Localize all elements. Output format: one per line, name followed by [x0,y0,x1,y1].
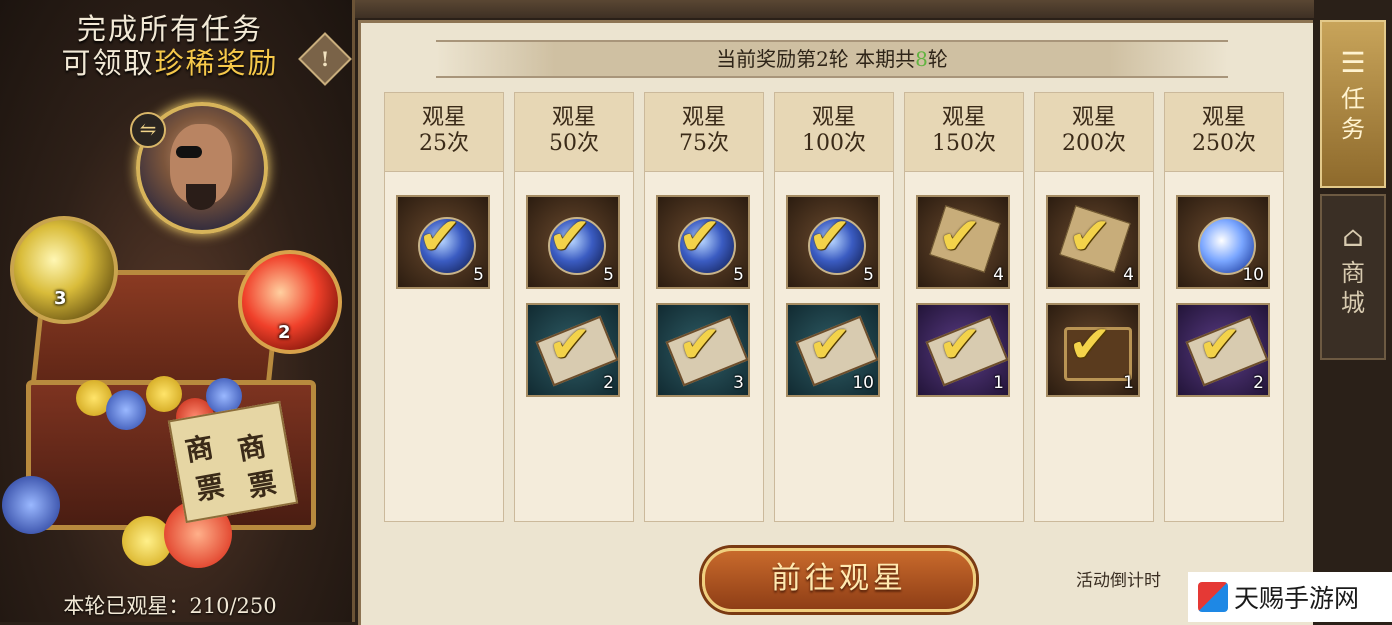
claimed-check-icon: ✔ [548,315,592,375]
threshold-count: 75次 [679,131,729,156]
orb-gold-count: 3 [54,288,67,309]
threshold-title: 观星 [811,105,856,130]
threshold-title: 观星 [681,105,726,130]
reward-title-prefix: 可领取 [61,46,155,80]
item-quantity: 5 [473,265,484,285]
swap-icon[interactable]: ⇋ [130,112,166,148]
reward-title-line2: 可领取珍稀奖励 [0,40,340,82]
event-countdown: 活动倒计时 [1076,571,1161,591]
stargazing-progress: 本轮已观星：210/250 [63,594,277,618]
reward-item-chest[interactable]: ✔ 1 [1046,303,1140,397]
claimed-check-icon: ✔ [548,207,592,267]
item-quantity: 10 [1242,265,1264,285]
orb-red-count: 2 [278,322,291,343]
reward-item-scroll[interactable]: ✔ 3 [656,303,750,397]
item-quantity: 5 [603,265,614,285]
reward-item-scroll[interactable]: ✔ 1 [916,303,1010,397]
threshold-count: 50次 [549,131,599,156]
item-quantity: 1 [1123,373,1134,393]
claimed-check-icon: ✔ [1198,315,1242,375]
go-stargazing-button[interactable]: 前往观星 [702,548,976,612]
threshold-title: 观星 [421,105,466,130]
item-quantity: 1 [993,373,1004,393]
site-watermark: 天赐手游网 [1188,572,1392,622]
reward-threshold: 观星 150次 [905,93,1023,172]
reward-threshold: 观星 200次 [1035,93,1153,172]
item-quantity: 4 [993,265,1004,285]
rare-reward-label: 珍稀奖励 [154,46,279,80]
item-quantity: 3 [733,373,744,393]
item-quantity: 2 [1253,373,1264,393]
hero-beard [186,184,216,210]
threshold-title: 观星 [551,105,596,130]
threshold-title: 观星 [941,105,986,130]
gem-blue [2,476,60,534]
claimed-check-icon: ✔ [678,315,722,375]
reward-preview-panel: 完成所有任务 可领取珍稀奖励 ! ⇋ 商 票 商 票 3 2 本轮已观星：210… [0,0,355,622]
reward-item-scroll[interactable]: ✔ 10 [786,303,880,397]
top-frame [352,0,1314,18]
reward-item-orb[interactable]: ✔ 5 [786,195,880,289]
claimed-check-icon: ✔ [938,207,982,267]
reward-threshold: 观星 250次 [1165,93,1283,172]
tab-task-label: 任务 [1341,85,1365,143]
item-quantity: 5 [863,265,874,285]
threshold-title: 观星 [1071,105,1116,130]
item-quantity: 2 [603,373,614,393]
reward-column: 观星 150次 ✔ 4 ✔ 1 [904,92,1024,522]
reward-item-orb[interactable]: ✔ 5 [656,195,750,289]
reward-column: 观星 50次 ✔ 5 ✔ 2 [514,92,634,522]
threshold-count: 150次 [932,131,996,156]
reward-item-orb[interactable]: 10 [1176,195,1270,289]
claimed-check-icon: ✔ [1068,315,1112,375]
reward-threshold: 观星 100次 [775,93,893,172]
claimed-check-icon: ✔ [678,207,722,267]
claimed-check-icon: ✔ [418,207,462,267]
claimed-check-icon: ✔ [808,315,852,375]
gem-gold [146,376,182,412]
threshold-count: 200次 [1062,131,1126,156]
threshold-count: 250次 [1192,131,1256,156]
side-tabs: ☰ 任务 ⌂ 商城 [1314,0,1392,622]
round-banner: 当前奖励第2轮 本期共8轮 [436,40,1228,78]
shop-icon: ⌂ [1342,220,1364,253]
merchant-note-illustration: 商 票 商 票 [167,400,299,524]
claimed-check-icon: ✔ [938,315,982,375]
reward-item-scroll[interactable]: ✔ 2 [1176,303,1270,397]
eyepatch [176,146,202,158]
site-logo-icon [1198,582,1228,612]
tab-shop-label: 商城 [1341,259,1365,317]
claimed-check-icon: ✔ [1068,207,1112,267]
item-quantity: 5 [733,265,744,285]
item-quantity: 4 [1123,265,1134,285]
item-quantity: 10 [852,373,874,393]
reward-item-orb[interactable]: ✔ 5 [526,195,620,289]
reward-item-scroll[interactable]: ✔ 2 [526,303,620,397]
threshold-title: 观星 [1201,105,1246,130]
tab-task[interactable]: ☰ 任务 [1320,20,1386,188]
total-rounds: 8 [915,47,928,71]
reward-column: 观星 250次 10 ✔ 2 [1164,92,1284,522]
gem-blue [106,390,146,430]
reward-threshold: 观星 25次 [385,93,503,172]
reward-column: 观星 25次 ✔ 5 [384,92,504,522]
threshold-count: 25次 [419,131,469,156]
reward-threshold: 观星 50次 [515,93,633,172]
reward-threshold: 观星 75次 [645,93,763,172]
claimed-check-icon: ✔ [808,207,852,267]
reward-item-card[interactable]: ✔ 4 [916,195,1010,289]
tab-shop[interactable]: ⌂ 商城 [1320,194,1386,360]
reward-column: 观星 200次 ✔ 4 ✔ 1 [1034,92,1154,522]
scroll-icon: ☰ [1340,46,1366,79]
reward-item-orb[interactable]: ✔ 5 [396,195,490,289]
reward-column: 观星 75次 ✔ 5 ✔ 3 [644,92,764,522]
reward-column: 观星 100次 ✔ 5 ✔ 10 [774,92,894,522]
reward-item-card[interactable]: ✔ 4 [1046,195,1140,289]
threshold-count: 100次 [802,131,866,156]
